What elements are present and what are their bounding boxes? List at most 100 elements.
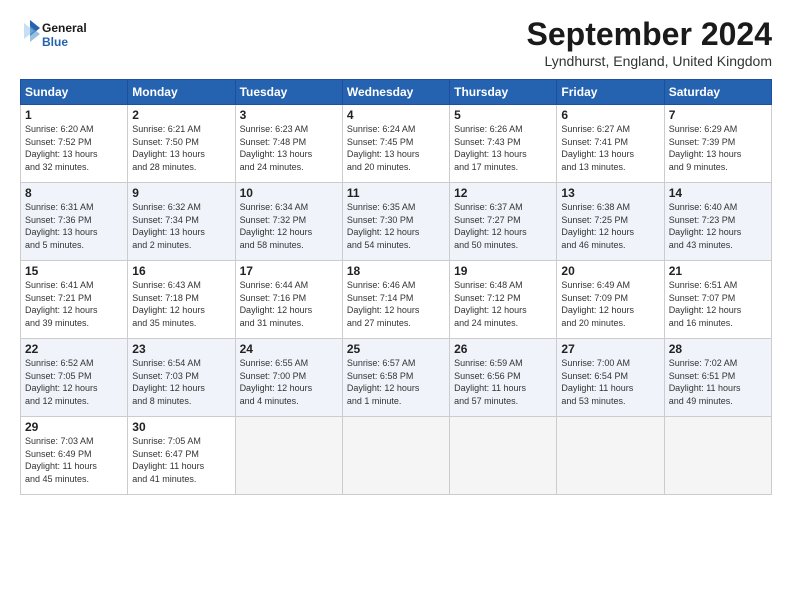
calendar-row-1: 1Sunrise: 6:20 AMSunset: 7:52 PMDaylight…: [21, 105, 772, 183]
table-cell: 19Sunrise: 6:48 AMSunset: 7:12 PMDayligh…: [450, 261, 557, 339]
table-cell: [342, 417, 449, 495]
table-cell: 10Sunrise: 6:34 AMSunset: 7:32 PMDayligh…: [235, 183, 342, 261]
day-number: 22: [25, 342, 123, 356]
col-friday: Friday: [557, 80, 664, 105]
location: Lyndhurst, England, United Kingdom: [527, 53, 772, 69]
day-number: 14: [669, 186, 767, 200]
col-tuesday: Tuesday: [235, 80, 342, 105]
table-cell: 11Sunrise: 6:35 AMSunset: 7:30 PMDayligh…: [342, 183, 449, 261]
table-cell: 18Sunrise: 6:46 AMSunset: 7:14 PMDayligh…: [342, 261, 449, 339]
calendar-header-row: Sunday Monday Tuesday Wednesday Thursday…: [21, 80, 772, 105]
col-sunday: Sunday: [21, 80, 128, 105]
day-info: Sunrise: 6:59 AMSunset: 6:56 PMDaylight:…: [454, 357, 552, 407]
page: General Blue September 2024 Lyndhurst, E…: [0, 0, 792, 505]
svg-text:Blue: Blue: [42, 35, 68, 49]
day-number: 26: [454, 342, 552, 356]
table-cell: 21Sunrise: 6:51 AMSunset: 7:07 PMDayligh…: [664, 261, 771, 339]
day-number: 19: [454, 264, 552, 278]
table-cell: 30Sunrise: 7:05 AMSunset: 6:47 PMDayligh…: [128, 417, 235, 495]
day-info: Sunrise: 6:46 AMSunset: 7:14 PMDaylight:…: [347, 279, 445, 329]
table-cell: 2Sunrise: 6:21 AMSunset: 7:50 PMDaylight…: [128, 105, 235, 183]
day-info: Sunrise: 6:20 AMSunset: 7:52 PMDaylight:…: [25, 123, 123, 173]
day-number: 16: [132, 264, 230, 278]
table-cell: 26Sunrise: 6:59 AMSunset: 6:56 PMDayligh…: [450, 339, 557, 417]
table-cell: 27Sunrise: 7:00 AMSunset: 6:54 PMDayligh…: [557, 339, 664, 417]
calendar-row-4: 22Sunrise: 6:52 AMSunset: 7:05 PMDayligh…: [21, 339, 772, 417]
day-number: 9: [132, 186, 230, 200]
day-info: Sunrise: 6:27 AMSunset: 7:41 PMDaylight:…: [561, 123, 659, 173]
table-cell: [664, 417, 771, 495]
day-info: Sunrise: 7:00 AMSunset: 6:54 PMDaylight:…: [561, 357, 659, 407]
table-cell: 12Sunrise: 6:37 AMSunset: 7:27 PMDayligh…: [450, 183, 557, 261]
day-info: Sunrise: 6:40 AMSunset: 7:23 PMDaylight:…: [669, 201, 767, 251]
day-number: 4: [347, 108, 445, 122]
table-cell: 24Sunrise: 6:55 AMSunset: 7:00 PMDayligh…: [235, 339, 342, 417]
table-cell: 9Sunrise: 6:32 AMSunset: 7:34 PMDaylight…: [128, 183, 235, 261]
day-number: 23: [132, 342, 230, 356]
table-cell: 22Sunrise: 6:52 AMSunset: 7:05 PMDayligh…: [21, 339, 128, 417]
day-info: Sunrise: 6:24 AMSunset: 7:45 PMDaylight:…: [347, 123, 445, 173]
table-cell: 29Sunrise: 7:03 AMSunset: 6:49 PMDayligh…: [21, 417, 128, 495]
table-cell: [557, 417, 664, 495]
month-title: September 2024: [527, 16, 772, 53]
day-info: Sunrise: 6:52 AMSunset: 7:05 PMDaylight:…: [25, 357, 123, 407]
table-cell: 8Sunrise: 6:31 AMSunset: 7:36 PMDaylight…: [21, 183, 128, 261]
day-info: Sunrise: 6:48 AMSunset: 7:12 PMDaylight:…: [454, 279, 552, 329]
day-number: 18: [347, 264, 445, 278]
table-cell: 25Sunrise: 6:57 AMSunset: 6:58 PMDayligh…: [342, 339, 449, 417]
table-cell: 7Sunrise: 6:29 AMSunset: 7:39 PMDaylight…: [664, 105, 771, 183]
col-thursday: Thursday: [450, 80, 557, 105]
table-cell: 13Sunrise: 6:38 AMSunset: 7:25 PMDayligh…: [557, 183, 664, 261]
day-number: 5: [454, 108, 552, 122]
col-saturday: Saturday: [664, 80, 771, 105]
logo: General Blue: [20, 16, 90, 54]
day-number: 13: [561, 186, 659, 200]
table-cell: [450, 417, 557, 495]
table-cell: 17Sunrise: 6:44 AMSunset: 7:16 PMDayligh…: [235, 261, 342, 339]
day-number: 7: [669, 108, 767, 122]
day-info: Sunrise: 6:57 AMSunset: 6:58 PMDaylight:…: [347, 357, 445, 407]
day-info: Sunrise: 6:55 AMSunset: 7:00 PMDaylight:…: [240, 357, 338, 407]
header: General Blue September 2024 Lyndhurst, E…: [20, 16, 772, 69]
day-info: Sunrise: 6:31 AMSunset: 7:36 PMDaylight:…: [25, 201, 123, 251]
day-info: Sunrise: 6:51 AMSunset: 7:07 PMDaylight:…: [669, 279, 767, 329]
day-info: Sunrise: 6:21 AMSunset: 7:50 PMDaylight:…: [132, 123, 230, 173]
day-info: Sunrise: 6:44 AMSunset: 7:16 PMDaylight:…: [240, 279, 338, 329]
day-info: Sunrise: 6:29 AMSunset: 7:39 PMDaylight:…: [669, 123, 767, 173]
day-number: 10: [240, 186, 338, 200]
day-number: 20: [561, 264, 659, 278]
day-info: Sunrise: 6:38 AMSunset: 7:25 PMDaylight:…: [561, 201, 659, 251]
day-number: 27: [561, 342, 659, 356]
day-info: Sunrise: 6:54 AMSunset: 7:03 PMDaylight:…: [132, 357, 230, 407]
day-info: Sunrise: 6:37 AMSunset: 7:27 PMDaylight:…: [454, 201, 552, 251]
col-wednesday: Wednesday: [342, 80, 449, 105]
calendar-row-2: 8Sunrise: 6:31 AMSunset: 7:36 PMDaylight…: [21, 183, 772, 261]
day-number: 3: [240, 108, 338, 122]
logo-svg: General Blue: [20, 16, 90, 54]
day-number: 6: [561, 108, 659, 122]
table-cell: 6Sunrise: 6:27 AMSunset: 7:41 PMDaylight…: [557, 105, 664, 183]
day-number: 28: [669, 342, 767, 356]
title-area: September 2024 Lyndhurst, England, Unite…: [527, 16, 772, 69]
day-number: 30: [132, 420, 230, 434]
day-info: Sunrise: 7:05 AMSunset: 6:47 PMDaylight:…: [132, 435, 230, 485]
table-cell: 14Sunrise: 6:40 AMSunset: 7:23 PMDayligh…: [664, 183, 771, 261]
day-number: 29: [25, 420, 123, 434]
table-cell: 15Sunrise: 6:41 AMSunset: 7:21 PMDayligh…: [21, 261, 128, 339]
calendar-row-5: 29Sunrise: 7:03 AMSunset: 6:49 PMDayligh…: [21, 417, 772, 495]
day-info: Sunrise: 6:35 AMSunset: 7:30 PMDaylight:…: [347, 201, 445, 251]
table-cell: 4Sunrise: 6:24 AMSunset: 7:45 PMDaylight…: [342, 105, 449, 183]
svg-text:General: General: [42, 21, 87, 35]
day-info: Sunrise: 6:41 AMSunset: 7:21 PMDaylight:…: [25, 279, 123, 329]
day-number: 12: [454, 186, 552, 200]
day-number: 21: [669, 264, 767, 278]
table-cell: 20Sunrise: 6:49 AMSunset: 7:09 PMDayligh…: [557, 261, 664, 339]
table-cell: [235, 417, 342, 495]
day-info: Sunrise: 7:02 AMSunset: 6:51 PMDaylight:…: [669, 357, 767, 407]
day-number: 25: [347, 342, 445, 356]
calendar-row-3: 15Sunrise: 6:41 AMSunset: 7:21 PMDayligh…: [21, 261, 772, 339]
day-info: Sunrise: 6:49 AMSunset: 7:09 PMDaylight:…: [561, 279, 659, 329]
day-info: Sunrise: 6:23 AMSunset: 7:48 PMDaylight:…: [240, 123, 338, 173]
day-info: Sunrise: 6:43 AMSunset: 7:18 PMDaylight:…: [132, 279, 230, 329]
day-number: 24: [240, 342, 338, 356]
